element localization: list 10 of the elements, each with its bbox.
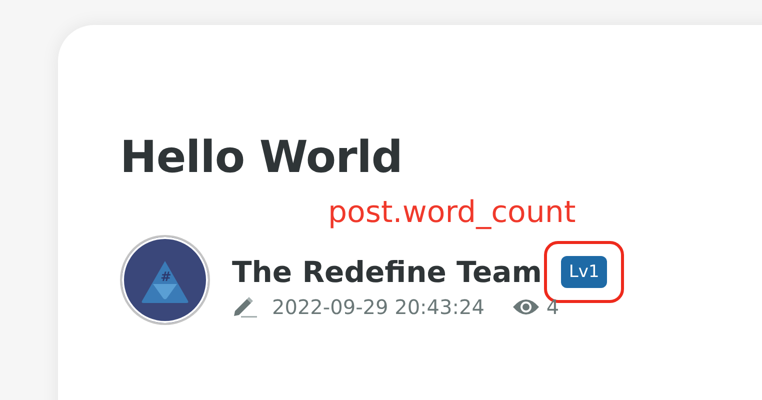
- author-name: The Redefine Team: [232, 254, 542, 291]
- triangle-logo-icon: [140, 258, 190, 304]
- view-count: 4: [546, 295, 560, 319]
- eye-icon: [512, 298, 540, 316]
- post-date: 2022-09-29 20:43:24: [272, 295, 484, 319]
- annotation-label: post.word_count: [328, 194, 577, 232]
- logo-mark: #: [160, 270, 172, 286]
- post-title: Hello World: [120, 131, 404, 185]
- level-badge: Lv1: [560, 256, 608, 288]
- pencil-icon: [232, 296, 258, 318]
